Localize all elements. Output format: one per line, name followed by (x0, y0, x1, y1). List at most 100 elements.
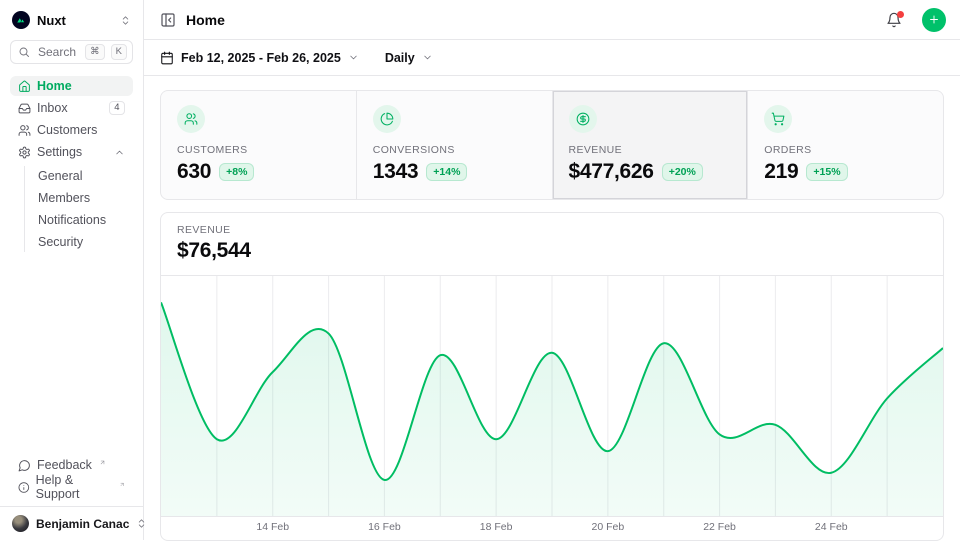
chart-header: REVENUE $76,544 (161, 213, 943, 276)
period-label: Daily (385, 51, 415, 65)
kbd-cmd: ⌘ (85, 44, 105, 60)
page-title: Home (186, 12, 876, 28)
calendar-icon (160, 51, 174, 65)
x-tick-label: 22 Feb (703, 521, 736, 533)
user-menu[interactable]: Benjamin Canac (0, 506, 143, 540)
feedback-link[interactable]: Feedback (10, 455, 133, 475)
sidebar-nav: Home Inbox 4 Customers Settings General … (10, 76, 133, 252)
revenue-area-chart[interactable] (161, 276, 943, 517)
nuxt-logo (12, 11, 30, 29)
period-select[interactable]: Daily (385, 51, 433, 65)
users-icon (18, 124, 31, 137)
stat-card-conversions[interactable]: CONVERSIONS 1343 +14% (357, 91, 552, 199)
inbox-count-badge: 4 (109, 101, 125, 116)
sidebar-item-settings[interactable]: Settings (10, 142, 133, 162)
help-support-link[interactable]: Help & Support (10, 477, 133, 497)
notification-dot (897, 11, 904, 18)
gear-icon (18, 146, 31, 159)
inbox-icon (18, 102, 31, 115)
stat-delta-badge: +14% (426, 163, 467, 181)
add-button[interactable] (922, 8, 946, 32)
sidebar-item-home[interactable]: Home (10, 76, 133, 96)
sidebar-item-customers[interactable]: Customers (10, 120, 133, 140)
filters-toolbar: Feb 12, 2025 - Feb 26, 2025 Daily (144, 40, 960, 76)
stat-delta-badge: +20% (662, 163, 703, 181)
workspace-switcher[interactable]: Nuxt (10, 10, 133, 30)
sidebar-item-label: Inbox (37, 101, 103, 115)
x-tick-label: 24 Feb (815, 521, 848, 533)
chevrons-up-down-icon (136, 518, 147, 529)
date-range-picker[interactable]: Feb 12, 2025 - Feb 26, 2025 (160, 51, 359, 65)
avatar (12, 515, 29, 532)
stat-card-customers[interactable]: CUSTOMERS 630 +8% (161, 91, 356, 199)
footer-link-label: Help & Support (36, 473, 112, 501)
app-header: Home (144, 0, 960, 40)
stat-label: CUSTOMERS (177, 144, 340, 156)
sidebar-item-label: Customers (37, 123, 125, 137)
stat-value: $477,626 (569, 160, 654, 184)
nuxt-logo-icon (15, 14, 27, 26)
sidebar-item-notifications[interactable]: Notifications (30, 210, 133, 230)
sidebar-subitem-label: General (38, 169, 125, 183)
stat-value: 630 (177, 160, 211, 184)
stat-delta-badge: +8% (219, 163, 254, 181)
sidebar-footer-nav: Feedback Help & Support (10, 455, 133, 497)
house-icon (18, 80, 31, 93)
chart-pie-icon (373, 105, 401, 133)
x-tick-label: 20 Feb (591, 521, 624, 533)
x-tick-label: 14 Feb (256, 521, 289, 533)
chart-metric-value: $76,544 (177, 239, 927, 263)
date-range-label: Feb 12, 2025 - Feb 26, 2025 (181, 51, 341, 65)
stat-label: ORDERS (764, 144, 927, 156)
chart-x-axis-labels: 14 Feb 16 Feb 18 Feb 20 Feb 22 Feb 24 Feb (161, 517, 943, 536)
sidebar-item-general[interactable]: General (30, 166, 133, 186)
stat-delta-badge: +15% (806, 163, 847, 181)
search-box[interactable]: ⌘ K (10, 40, 133, 64)
notifications-button[interactable] (886, 12, 902, 28)
external-link-icon (119, 481, 125, 488)
revenue-chart-card: REVENUE $76,544 14 Feb16 Feb18 Feb20 (160, 212, 944, 541)
search-input[interactable] (36, 44, 79, 60)
sidebar-subitem-label: Members (38, 191, 125, 205)
content: CUSTOMERS 630 +8% CONVERSIONS 1343 +14% (144, 76, 960, 555)
chevron-down-icon (422, 52, 433, 63)
message-circle-icon (18, 459, 31, 472)
sidebar-collapse-button[interactable] (160, 12, 176, 28)
plus-icon (928, 13, 940, 26)
stat-value: 1343 (373, 160, 419, 184)
sidebar-item-inbox[interactable]: Inbox 4 (10, 98, 133, 118)
chevrons-up-down-icon (120, 15, 131, 26)
stat-card-orders[interactable]: ORDERS 219 +15% (748, 91, 943, 199)
chevron-up-icon (114, 147, 125, 158)
panel-left-close-icon (160, 12, 176, 28)
kbd-k: K (111, 44, 127, 60)
settings-subnav: General Members Notifications Security (24, 166, 133, 252)
cart-icon (764, 105, 792, 133)
chevron-down-icon (348, 52, 359, 63)
chart-svg (161, 276, 943, 516)
sidebar-item-members[interactable]: Members (30, 188, 133, 208)
x-tick-label: 16 Feb (368, 521, 401, 533)
workspace-name: Nuxt (37, 13, 113, 28)
user-name: Benjamin Canac (36, 517, 129, 531)
stat-label: CONVERSIONS (373, 144, 536, 156)
sidebar-footer: Feedback Help & Support Benjamin Canac (10, 455, 133, 540)
circle-dollar-icon (569, 105, 597, 133)
sidebar: Nuxt ⌘ K Home Inbox 4 Customers Settings (0, 0, 144, 540)
stat-card-revenue[interactable]: REVENUE $477,626 +20% (553, 91, 748, 199)
stat-label: REVENUE (569, 144, 732, 156)
stats-grid: CUSTOMERS 630 +8% CONVERSIONS 1343 +14% (160, 90, 944, 200)
info-icon (18, 481, 30, 494)
external-link-icon (99, 459, 106, 466)
main-panel: Home Feb 12, 2025 - Feb 26, 2025 Daily (144, 0, 960, 555)
stat-value: 219 (764, 160, 798, 184)
sidebar-subitem-label: Notifications (38, 213, 125, 227)
search-icon (18, 46, 30, 58)
chart-metric-label: REVENUE (177, 224, 927, 236)
sidebar-item-label: Home (37, 79, 125, 93)
sidebar-item-label: Settings (37, 145, 108, 159)
x-tick-label: 18 Feb (480, 521, 513, 533)
users-icon (177, 105, 205, 133)
sidebar-item-security[interactable]: Security (30, 232, 133, 252)
footer-link-label: Feedback (37, 458, 92, 472)
